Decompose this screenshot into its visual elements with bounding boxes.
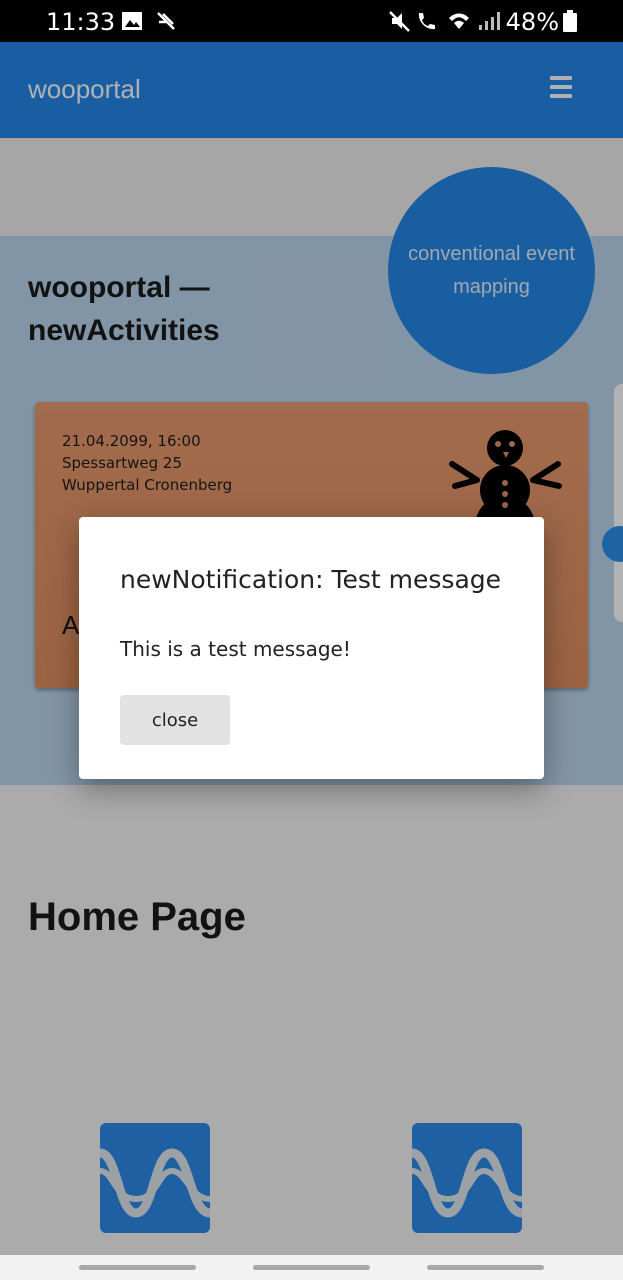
nav-back-button[interactable] [427, 1265, 544, 1270]
battery-icon [563, 10, 577, 32]
no-signal-icon [157, 12, 175, 30]
battery-percent: 48% [505, 8, 559, 36]
wifi-call-icon [418, 13, 435, 30]
close-button[interactable]: close [120, 695, 230, 745]
mute-icon [389, 11, 410, 32]
dialog-title: newNotification: Test message [120, 565, 502, 594]
signal-icon [479, 12, 500, 30]
image-icon [122, 12, 142, 30]
system-nav-bar [0, 1255, 623, 1280]
status-bar: 11:33 48% [0, 0, 623, 42]
notification-dialog: newNotification: Test message This is a … [79, 517, 544, 779]
wifi-icon [449, 13, 469, 29]
nav-home-button[interactable] [253, 1265, 370, 1270]
dialog-message: This is a test message! [120, 637, 351, 661]
status-time: 11:33 [46, 8, 116, 36]
nav-recents-button[interactable] [79, 1265, 196, 1270]
